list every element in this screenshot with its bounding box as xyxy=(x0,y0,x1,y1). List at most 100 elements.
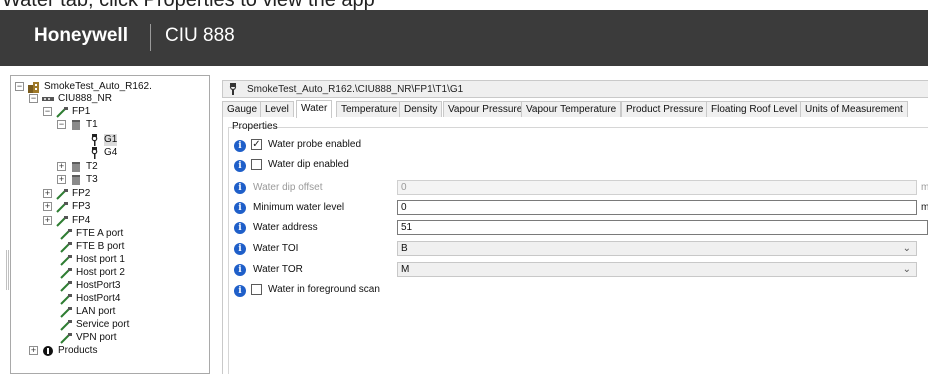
tree-node-label: Service port xyxy=(76,319,130,330)
tree-node-label: LAN port xyxy=(76,306,116,317)
ciu-device-icon xyxy=(41,93,55,105)
water-in-foreground-scan-label: Water in foreground scan xyxy=(268,284,380,295)
tree-node-label: FP3 xyxy=(72,201,91,212)
tree-node-label: HostPort4 xyxy=(76,293,121,304)
site-tree[interactable]: − SmokeTest_Auto_R162. − CIU888_NR − FP1− T1 G1… xyxy=(10,75,210,374)
water-dip-offset-unit: m xyxy=(921,182,928,193)
tab-level[interactable]: Level xyxy=(260,101,294,117)
tree-node-label: G4 xyxy=(104,147,118,158)
water-dip-enabled-label: Water dip enabled xyxy=(268,159,349,170)
products-icon xyxy=(41,345,55,357)
brand-logo: Honeywell xyxy=(34,25,128,46)
tab-vapour-pressure[interactable]: Vapour Pressure xyxy=(443,101,528,117)
cropped-caption: Water tab, click Properties to view the … xyxy=(2,0,375,10)
water-toi-value: B xyxy=(401,243,408,254)
water-in-foreground-scan-checkbox[interactable] xyxy=(251,284,262,295)
info-icon[interactable]: i xyxy=(234,264,246,276)
tab-strip: Gauge Level Water Temperature Density Va… xyxy=(222,100,928,118)
tab-density[interactable]: Density xyxy=(399,101,443,117)
minimum-water-level-input[interactable]: 0 xyxy=(397,200,917,215)
collapse-icon[interactable]: − xyxy=(57,120,66,129)
network-port-icon xyxy=(59,228,73,240)
tab-product-pressure[interactable]: Product Pressure xyxy=(621,101,709,117)
expand-icon[interactable]: + xyxy=(43,202,52,211)
path-bar: SmokeTest_Auto_R162.\CIU888_NR\FP1\T1\G1 xyxy=(222,80,928,98)
tab-vapour-temperature[interactable]: Vapour Temperature xyxy=(521,101,622,117)
network-port-icon xyxy=(55,188,69,200)
network-port-icon xyxy=(59,319,73,331)
gauge-probe-icon xyxy=(87,147,101,159)
tree-node-label: T3 xyxy=(86,174,98,185)
collapse-icon[interactable]: − xyxy=(15,82,24,91)
pane-splitter[interactable] xyxy=(6,250,9,290)
expand-icon[interactable]: + xyxy=(57,162,66,171)
chevron-down-icon: ⌄ xyxy=(902,264,911,275)
water-dip-enabled-checkbox[interactable] xyxy=(251,159,262,170)
water-toi-label: Water TOI xyxy=(253,243,299,254)
tank-icon xyxy=(69,174,83,186)
current-path: SmokeTest_Auto_R162.\CIU888_NR\FP1\T1\G1 xyxy=(247,84,464,95)
info-icon[interactable]: i xyxy=(234,285,246,297)
tree-node-label: CIU888_NR xyxy=(58,93,112,104)
info-icon[interactable]: i xyxy=(234,222,246,234)
expand-icon[interactable]: + xyxy=(29,346,38,355)
network-port-icon xyxy=(59,267,73,279)
tree-node-label: T1 xyxy=(86,119,98,130)
tree-node-label: FP4 xyxy=(72,215,91,226)
chevron-down-icon: ⌄ xyxy=(902,243,911,254)
minimum-water-level-unit: m xyxy=(921,202,928,213)
network-port-icon xyxy=(59,241,73,253)
tab-units-of-measurement[interactable]: Units of Measurement xyxy=(800,101,908,117)
building-icon xyxy=(27,81,41,93)
collapse-icon[interactable]: − xyxy=(29,94,38,103)
network-port-icon xyxy=(59,254,73,266)
info-icon[interactable]: i xyxy=(234,243,246,255)
water-toi-select[interactable]: B ⌄ xyxy=(397,241,917,256)
tank-icon xyxy=(69,161,83,173)
tank-icon xyxy=(69,119,83,131)
expand-icon[interactable]: + xyxy=(43,216,52,225)
water-dip-offset-label: Water dip offset xyxy=(253,182,323,193)
water-address-label: Water address xyxy=(253,222,318,233)
water-probe-enabled-label: Water probe enabled xyxy=(268,139,362,150)
tree-node-label: G1 xyxy=(104,134,118,146)
water-tor-value: M xyxy=(401,264,410,275)
tree-node-label: FP2 xyxy=(72,188,91,199)
tab-water[interactable]: Water xyxy=(296,100,333,118)
water-address-input[interactable]: 51 xyxy=(397,220,928,235)
cropped-caption-strip: Water tab, click Properties to view the … xyxy=(0,0,928,10)
tree-node-label: FTE A port xyxy=(76,228,124,239)
tree-node-label: FP1 xyxy=(72,106,91,117)
info-icon[interactable]: i xyxy=(234,182,246,194)
product-name: CIU 888 xyxy=(165,25,235,46)
tree-node-label: T2 xyxy=(86,161,98,172)
gauge-probe-icon xyxy=(229,83,237,95)
water-dip-offset-input[interactable]: 0 xyxy=(397,180,917,195)
info-icon[interactable]: i xyxy=(234,160,246,172)
tree-node-label: HostPort3 xyxy=(76,280,121,291)
network-port-icon xyxy=(55,215,69,227)
app-header: Honeywell CIU 888 xyxy=(0,10,928,66)
network-port-icon xyxy=(55,201,69,213)
info-icon[interactable]: i xyxy=(234,140,246,152)
water-tor-label: Water TOR xyxy=(253,264,303,275)
network-port-icon xyxy=(59,306,73,318)
tab-floating-roof-level[interactable]: Floating Roof Level xyxy=(706,101,803,117)
tree-node-label: VPN port xyxy=(76,332,117,343)
network-port-icon xyxy=(55,106,69,118)
info-icon[interactable]: i xyxy=(234,202,246,214)
expand-icon[interactable]: + xyxy=(57,175,66,184)
expand-icon[interactable]: + xyxy=(43,189,52,198)
collapse-icon[interactable]: − xyxy=(43,107,52,116)
water-probe-enabled-checkbox[interactable]: ✓ xyxy=(251,139,262,150)
tab-gauge[interactable]: Gauge xyxy=(222,101,263,117)
gauge-probe-icon xyxy=(87,134,101,146)
minimum-water-level-label: Minimum water level xyxy=(253,202,345,213)
network-port-icon xyxy=(59,293,73,305)
header-separator xyxy=(150,24,151,51)
network-port-icon xyxy=(59,332,73,344)
water-tor-select[interactable]: M ⌄ xyxy=(397,262,917,277)
tab-temperature[interactable]: Temperature xyxy=(336,101,403,117)
tree-node-label: FTE B port xyxy=(76,241,125,252)
network-port-icon xyxy=(59,280,73,292)
